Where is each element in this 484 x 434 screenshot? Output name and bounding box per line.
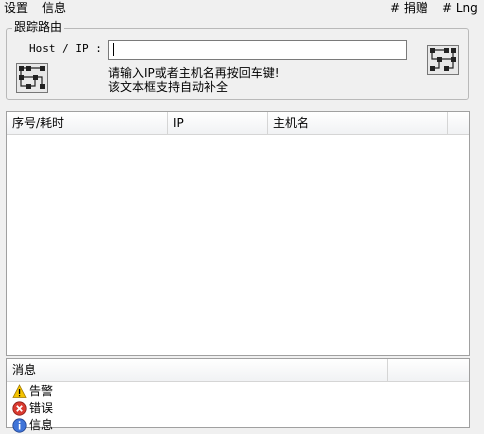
menu-donate[interactable]: # 捐赠 — [390, 0, 428, 16]
info-icon — [12, 418, 27, 433]
menu-settings[interactable]: 设置 — [4, 0, 28, 16]
message-header: 消息 — [7, 359, 469, 382]
hint-line-2: 该文本框支持自动补全 — [108, 80, 229, 94]
group-title: 跟踪路由 — [12, 19, 65, 35]
column-header-ip[interactable]: IP — [168, 112, 268, 134]
column-header-message[interactable]: 消息 — [7, 359, 388, 381]
text-caret — [113, 43, 114, 56]
message-label: 告警 — [29, 384, 54, 398]
hint-line-1: 请输入IP或者主机名再按回车键! — [108, 66, 280, 80]
column-header-seq-time[interactable]: 序号/耗时 — [7, 112, 168, 134]
message-label: 错误 — [29, 401, 54, 415]
menu-language[interactable]: # Lng — [442, 0, 478, 16]
host-label: Host / IP : — [29, 42, 102, 55]
column-header-hostname[interactable]: 主机名 — [268, 112, 448, 134]
message-label: 信息 — [29, 418, 54, 432]
route-icon[interactable] — [427, 45, 459, 75]
menu-bar: 设置 信息 # 捐赠 # Lng — [0, 0, 484, 17]
warning-icon — [12, 384, 27, 398]
error-icon — [12, 401, 27, 416]
menu-info[interactable]: 信息 — [42, 0, 66, 16]
table-header: 序号/耗时 IP 主机名 — [7, 112, 469, 135]
route-table[interactable]: 序号/耗时 IP 主机名 — [6, 111, 470, 356]
traceroute-group — [6, 28, 469, 100]
host-input[interactable] — [108, 40, 407, 60]
message-panel[interactable]: 消息 告警 错误 信息 — [6, 358, 470, 433]
route-icon[interactable] — [16, 63, 48, 93]
